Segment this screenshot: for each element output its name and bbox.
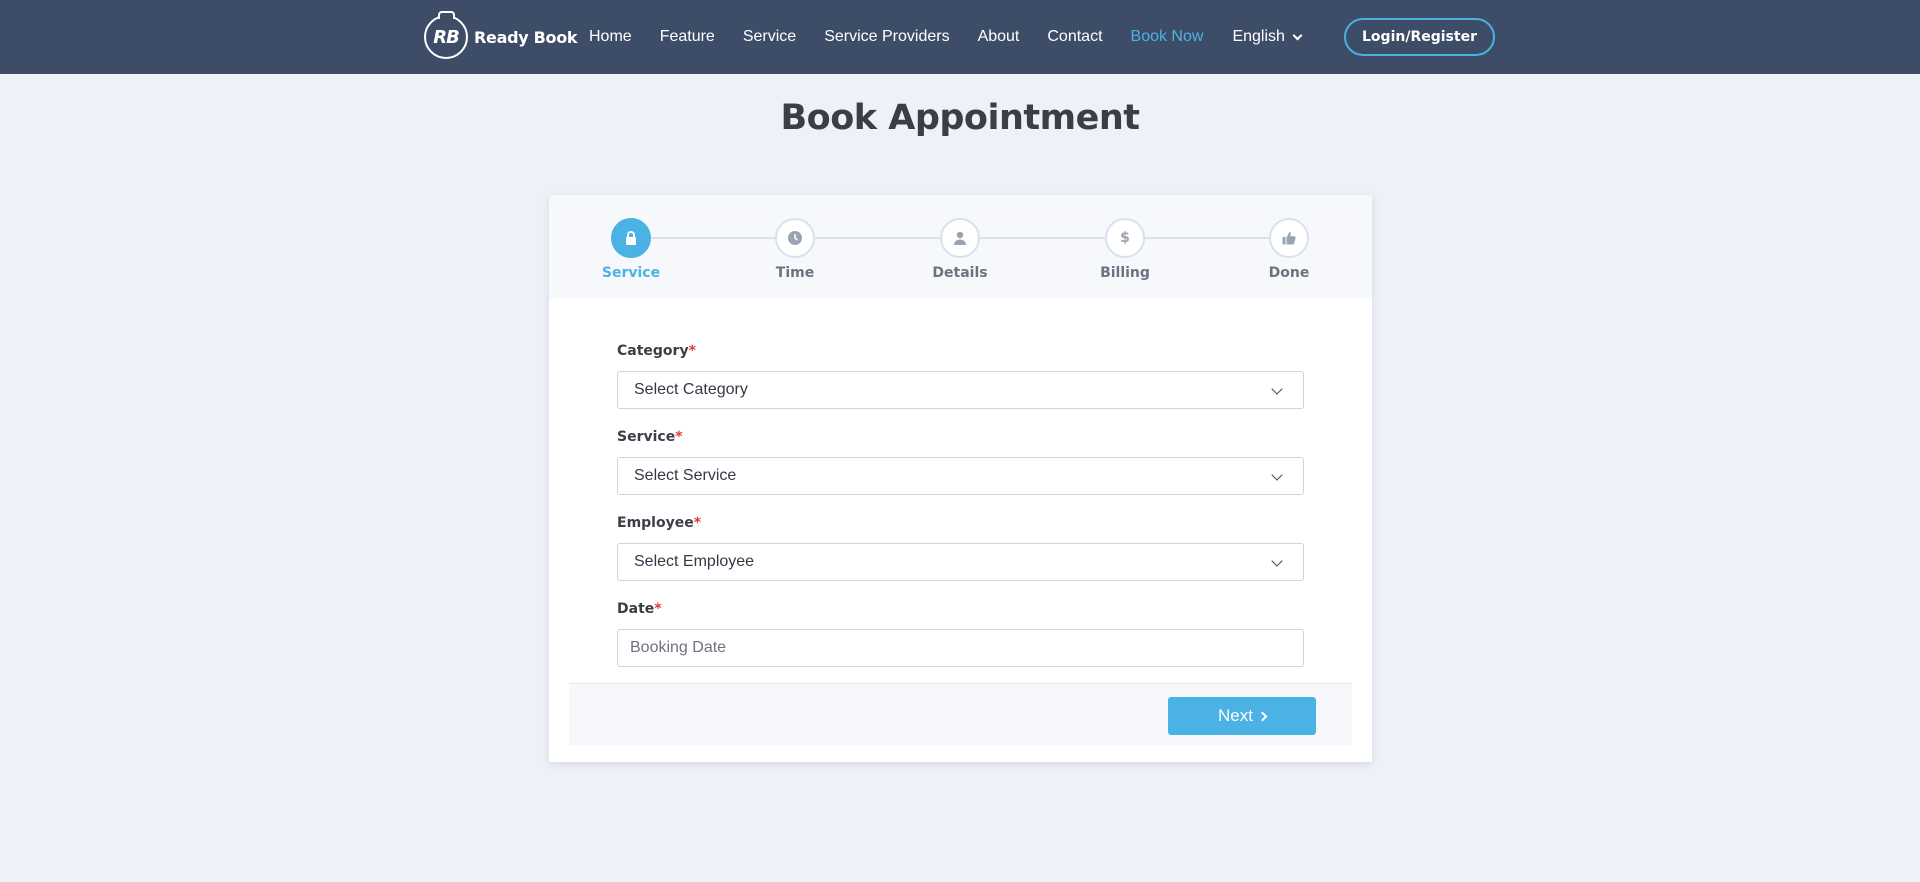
- card-footer: Next: [569, 683, 1352, 745]
- navbar: RB Ready Book Home Feature Service Servi…: [0, 0, 1920, 74]
- step-service[interactable]: Service: [591, 218, 671, 281]
- step-label: Details: [932, 265, 988, 281]
- employee-select-value: Select Employee: [634, 553, 755, 570]
- step-details[interactable]: Details: [920, 218, 1000, 281]
- chevron-down-icon: [1271, 555, 1283, 567]
- language-label: English: [1232, 28, 1285, 45]
- brand-monogram: RB: [433, 26, 460, 48]
- required-marker: *: [693, 515, 702, 531]
- page-title: Book Appointment: [780, 98, 1140, 138]
- next-button[interactable]: Next: [1168, 697, 1316, 735]
- date-label: Date*: [617, 601, 662, 617]
- nav-link-about[interactable]: About: [978, 28, 1020, 46]
- chevron-right-icon: [1257, 711, 1268, 721]
- step-done[interactable]: Done: [1249, 218, 1329, 281]
- clock-icon: [788, 231, 802, 245]
- login-register-button[interactable]: Login/Register: [1344, 18, 1495, 56]
- required-marker: *: [688, 343, 696, 359]
- chevron-down-icon: [1271, 469, 1283, 481]
- lock-icon: [626, 231, 636, 245]
- brand-name: Ready Book: [474, 27, 578, 47]
- nav-link-book-now[interactable]: Book Now: [1131, 28, 1204, 46]
- nav-link-contact[interactable]: Contact: [1047, 28, 1102, 46]
- language-dropdown[interactable]: English: [1232, 28, 1303, 46]
- nav-link-home[interactable]: Home: [589, 28, 632, 46]
- user-icon: [954, 231, 966, 245]
- service-select[interactable]: Select Service: [617, 457, 1304, 495]
- required-marker: *: [675, 429, 683, 445]
- step-label: Billing: [1100, 265, 1150, 281]
- calendar-logo-icon: RB: [424, 11, 468, 59]
- employee-select[interactable]: Select Employee: [617, 543, 1304, 581]
- booking-date-input[interactable]: [617, 629, 1304, 667]
- step-label: Time: [775, 265, 815, 281]
- chevron-down-icon: [1271, 383, 1283, 395]
- dollar-icon: $: [1120, 230, 1130, 246]
- employee-label: Employee*: [617, 515, 702, 531]
- step-billing[interactable]: $ Billing: [1085, 218, 1165, 281]
- category-select[interactable]: Select Category: [617, 371, 1304, 409]
- next-button-label: Next: [1218, 706, 1253, 725]
- nav-link-service-providers[interactable]: Service Providers: [824, 28, 949, 46]
- category-label: Category*: [617, 343, 696, 359]
- category-select-value: Select Category: [634, 381, 748, 398]
- required-marker: *: [654, 601, 662, 617]
- service-label: Service*: [617, 429, 683, 445]
- nav-link-service[interactable]: Service: [743, 28, 796, 46]
- steps-progress: Service Time Details $ Billing Done: [549, 195, 1372, 298]
- step-time[interactable]: Time: [755, 218, 835, 281]
- brand-logo-link[interactable]: RB Ready Book: [424, 11, 578, 60]
- nav-link-feature[interactable]: Feature: [660, 28, 715, 46]
- thumbs-up-icon: [1282, 232, 1296, 245]
- booking-card: Service Time Details $ Billing Done Cate…: [549, 195, 1372, 762]
- chevron-down-icon: [1292, 30, 1303, 40]
- step-label: Service: [601, 265, 661, 281]
- nav-links: Home Feature Service Service Providers A…: [589, 0, 1303, 74]
- service-select-value: Select Service: [634, 467, 737, 484]
- step-label: Done: [1268, 265, 1310, 281]
